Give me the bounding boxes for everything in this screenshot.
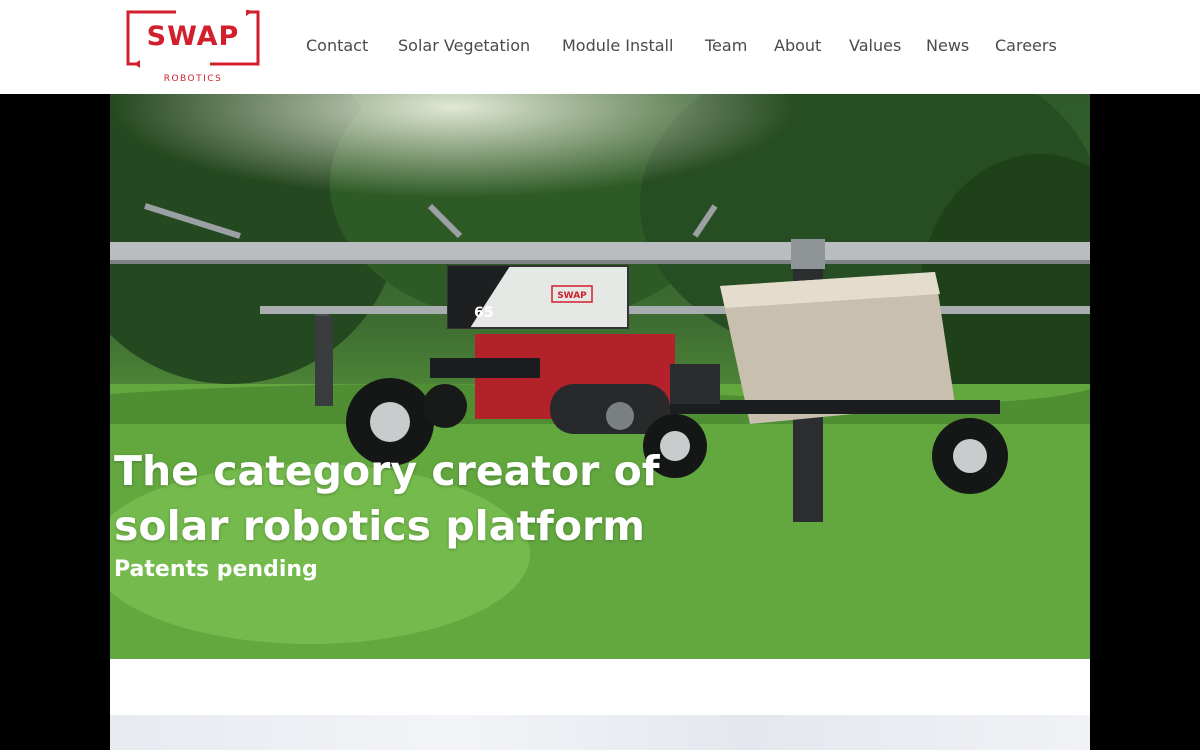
nav-news[interactable]: News bbox=[926, 35, 969, 57]
robot-badge-logo: SWAP bbox=[557, 291, 587, 301]
logo-tagline: ROBOTICS bbox=[163, 74, 223, 84]
nav-values[interactable]: Values bbox=[849, 35, 901, 57]
next-section-preview bbox=[110, 715, 1090, 750]
nav-contact[interactable]: Contact bbox=[306, 35, 368, 57]
brand-logo[interactable]: SWAP ROBOTICS bbox=[126, 10, 260, 88]
section-spacer bbox=[110, 659, 1090, 715]
nav-careers[interactable]: Careers bbox=[995, 35, 1057, 57]
nav-solar-vegetation[interactable]: Solar Vegetation bbox=[398, 35, 530, 57]
logo-wordmark: SWAP bbox=[146, 21, 240, 52]
hero-headline: The category creator of solar robotics p… bbox=[114, 447, 660, 550]
hero-text-block: The category creator of solar robotics p… bbox=[114, 444, 674, 584]
nav-module-install[interactable]: Module Install bbox=[562, 35, 673, 57]
nav-team[interactable]: Team bbox=[705, 35, 747, 57]
hero-subline: Patents pending bbox=[114, 557, 318, 582]
hero-section: 65 SWAP The category creator of solar ro… bbox=[110, 94, 1090, 659]
robot-badge-number: 65 bbox=[474, 305, 493, 321]
site-header: SWAP ROBOTICS Contact Solar Vegetation M… bbox=[0, 0, 1200, 94]
nav-about[interactable]: About bbox=[774, 35, 821, 57]
